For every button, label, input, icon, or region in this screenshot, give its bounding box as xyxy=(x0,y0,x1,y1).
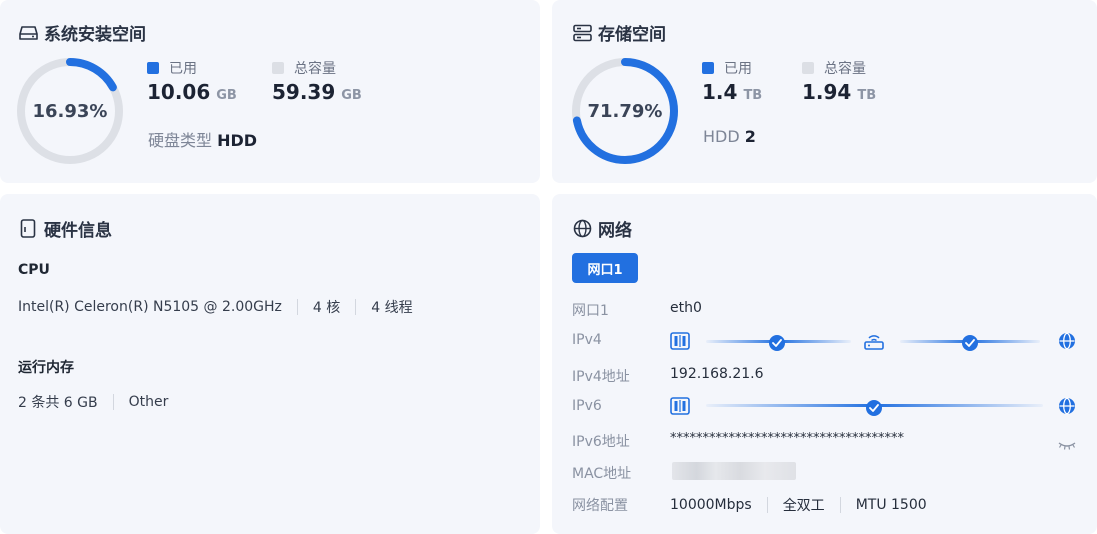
ipv6-address: ************************************ xyxy=(670,431,904,446)
check-icon xyxy=(962,335,978,351)
storage-used-legend: 已用 xyxy=(702,58,752,78)
tab-port-1[interactable]: 网口1 xyxy=(572,253,638,283)
system-disk-donut: 16.93% xyxy=(16,57,124,165)
network-config: 10000Mbps 全双工 MTU 1500 xyxy=(670,495,927,515)
check-icon xyxy=(866,400,882,416)
system-disk-total-legend: 总容量 xyxy=(272,58,336,78)
network-card xyxy=(552,194,1097,534)
network-title: 网络 xyxy=(572,216,632,241)
mac-label: MAC地址 xyxy=(572,466,632,482)
globe-icon xyxy=(572,219,592,239)
storage-total-value: 1.94 TB xyxy=(802,80,877,104)
cpu-label: CPU xyxy=(18,262,50,278)
system-disk-title-text: 系统安装空间 xyxy=(44,25,146,45)
eye-closed-icon[interactable] xyxy=(1058,436,1076,455)
storage-donut: 71.79% xyxy=(571,57,679,165)
nas-device-icon xyxy=(670,332,690,354)
storage-title-text: 存储空间 xyxy=(598,25,666,45)
memory-summary: 2 条共 6 GB xyxy=(18,395,98,411)
system-disk-card: 系统安装空间 16.93% 已用 10.06 GB 总容量 59.39 GB 硬盘类… xyxy=(0,0,540,183)
cpu-cores: 4 核 xyxy=(312,300,341,316)
system-disk-type: 硬盘类型 HDD xyxy=(148,131,258,150)
internet-globe-icon xyxy=(1058,332,1076,354)
storage-card: 存储空间 71.79% 已用 1.4 TB 总容量 1.94 TB HDD 2 xyxy=(552,0,1097,183)
hardware-title: 硬件信息 xyxy=(18,216,112,241)
config-label: 网络配置 xyxy=(572,498,628,514)
port-label: 网口1 xyxy=(572,303,609,319)
storage-percent: 71.79% xyxy=(587,100,663,122)
cpu-threads: 4 线程 xyxy=(371,300,413,316)
ipv4-address-label: IPv4地址 xyxy=(572,369,630,385)
system-disk-percent: 16.93% xyxy=(32,100,108,122)
nas-device-icon xyxy=(670,397,690,419)
system-disk-title: 系统安装空间 xyxy=(18,20,146,45)
memory-label: 运行内存 xyxy=(18,360,74,376)
ipv4-label: IPv4 xyxy=(572,332,602,348)
device-icon xyxy=(18,219,38,239)
hardware-title-text: 硬件信息 xyxy=(44,221,112,241)
mac-address-blurred xyxy=(672,462,796,480)
memory-info: 2 条共 6 GB Other xyxy=(18,392,168,412)
storage-disk-info: HDD 2 xyxy=(703,127,756,146)
ipv4-address: 192.168.21.6 xyxy=(670,366,764,382)
storage-total-legend: 总容量 xyxy=(802,58,866,78)
hardware-card: 硬件信息 CPU Intel(R) Celeron(R) N5105 @ 2.0… xyxy=(0,194,540,534)
hard-drive-icon xyxy=(18,23,38,43)
system-disk-used-legend: 已用 xyxy=(147,58,197,78)
ipv6-address-label: IPv6地址 xyxy=(572,434,630,450)
cpu-model: Intel(R) Celeron(R) N5105 @ 2.00GHz xyxy=(18,299,282,315)
system-disk-used-value: 10.06 GB xyxy=(147,80,237,104)
network-title-text: 网络 xyxy=(598,221,632,241)
router-icon xyxy=(864,330,884,354)
mtu: MTU 1500 xyxy=(855,497,927,513)
internet-globe-icon xyxy=(1058,397,1076,419)
check-icon xyxy=(769,335,785,351)
memory-type: Other xyxy=(128,394,169,410)
port-value: eth0 xyxy=(670,300,702,316)
link-speed: 10000Mbps xyxy=(670,497,752,513)
server-icon xyxy=(572,23,592,43)
system-disk-total-value: 59.39 GB xyxy=(272,80,362,104)
storage-title: 存储空间 xyxy=(572,20,666,45)
storage-used-value: 1.4 TB xyxy=(702,80,763,104)
duplex-mode: 全双工 xyxy=(782,498,825,514)
ipv6-label: IPv6 xyxy=(572,398,602,414)
cpu-info: Intel(R) Celeron(R) N5105 @ 2.00GHz 4 核 … xyxy=(18,297,413,317)
